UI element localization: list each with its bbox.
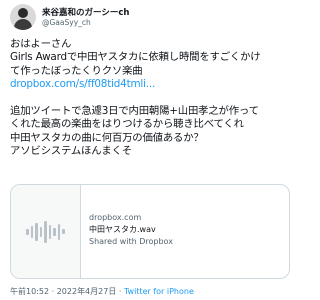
avatar[interactable] (10, 4, 36, 30)
meta-separator: · (51, 287, 55, 296)
tweet-line: 追加ツイートで急遽3日で内田朝陽+山田孝之が作って (10, 105, 259, 118)
author-display-name[interactable]: 来谷嘉和のガーシーch (42, 6, 129, 18)
tweet-time[interactable]: 午前10:52 (10, 287, 49, 296)
tweet-text: おはよーさん Girls Awardで中田ヤスタカに依頼し時間をすごくかけ て作… (10, 38, 292, 159)
tweet-line: おはよーさん (10, 38, 72, 50)
tweet-source[interactable]: Twitter for iPhone (124, 287, 194, 296)
card-subtitle: Shared with Dropbox (89, 237, 173, 246)
tweet-date[interactable]: 2022年4月27日 (57, 287, 117, 296)
author-handle[interactable]: @GaaSyy_ch (42, 18, 91, 27)
tweet-line: くれた最高の楽曲をはりつけるから聴き比べてくれ (10, 118, 244, 131)
tweet-link[interactable]: dropbox.com/s/ff08tid4tmli... (10, 78, 292, 91)
tweet-line: 中田ヤスタカの曲に何百万の価値あるか？ (10, 131, 204, 144)
card-domain: dropbox.com (89, 213, 142, 222)
tweet-meta: 午前10:52 · 2022年4月27日 · Twitter for iPhon… (10, 286, 194, 297)
tweet-line: Girls Awardで中田ヤスタカに依頼し時間をすごくかけ (10, 51, 261, 64)
card-thumbnail (11, 185, 81, 278)
link-preview-card[interactable]: dropbox.com 中田ヤスタカ.wav Shared with Dropb… (10, 184, 290, 279)
meta-separator: · (118, 287, 122, 296)
card-title: 中田ヤスタカ.wav (89, 225, 156, 234)
audio-waveform-icon (26, 220, 65, 243)
tweet-line: アソビシステムほんまくそ (10, 145, 132, 158)
tweet-header: 来谷嘉和のガーシーch @GaaSyy_ch (10, 4, 290, 32)
card-text: dropbox.com 中田ヤスタカ.wav Shared with Dropb… (89, 212, 173, 248)
tweet-line: て作ったぼったくりクソ楽曲 (10, 64, 143, 77)
